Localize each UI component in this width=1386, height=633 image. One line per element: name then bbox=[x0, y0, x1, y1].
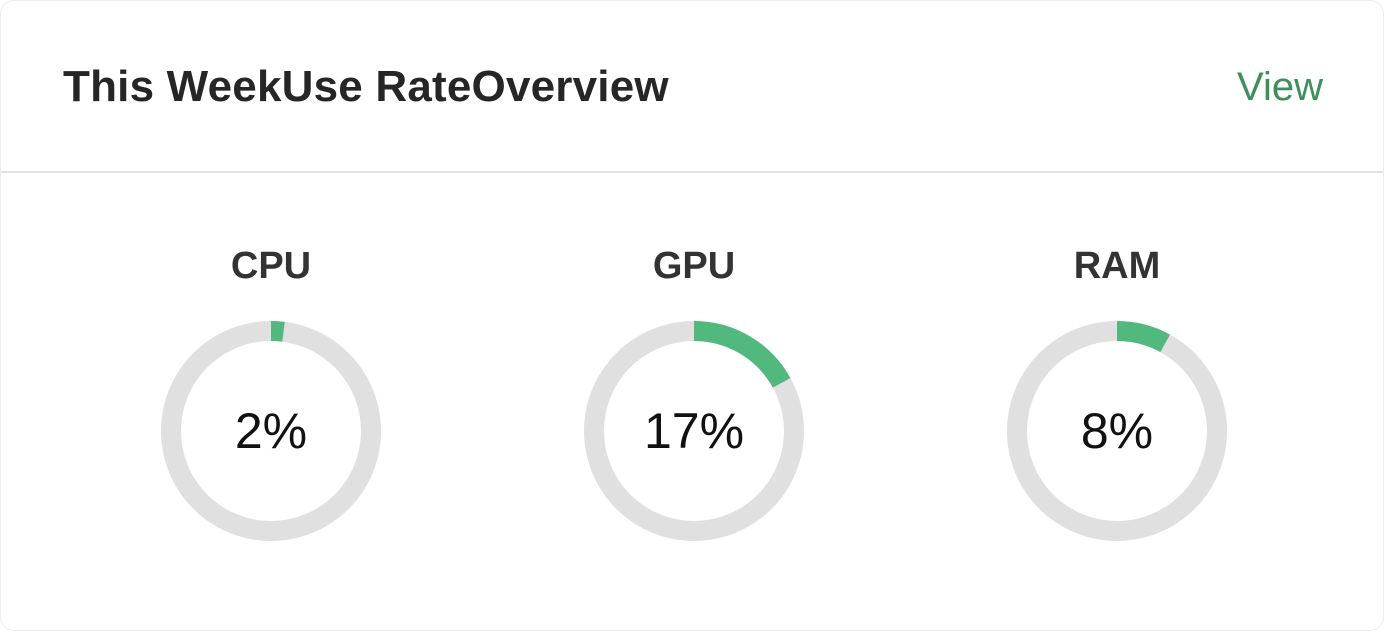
gauge-label-gpu: GPU bbox=[652, 245, 736, 287]
gauge-value-gpu: 17% bbox=[643, 403, 745, 459]
gauge-value-cpu: 2% bbox=[234, 403, 308, 459]
view-link[interactable]: View bbox=[1237, 61, 1323, 113]
gauge-label-cpu: CPU bbox=[230, 245, 312, 287]
gauge-value-ram: 8% bbox=[1080, 403, 1154, 459]
usage-overview-card: This WeekUse RateOverview View CPU 2% GP… bbox=[0, 0, 1384, 631]
card-title: This WeekUse RateOverview bbox=[63, 62, 669, 111]
gauge-ram: RAM 8% bbox=[967, 173, 1267, 593]
gauge-label-ram: RAM bbox=[1073, 245, 1161, 287]
gauge-row: CPU 2% GPU 17% RAM 8% bbox=[1, 173, 1383, 630]
card-header: This WeekUse RateOverview View bbox=[1, 1, 1383, 173]
gauge-gpu: GPU 17% bbox=[544, 173, 844, 593]
gauge-cpu: CPU 2% bbox=[121, 173, 421, 593]
